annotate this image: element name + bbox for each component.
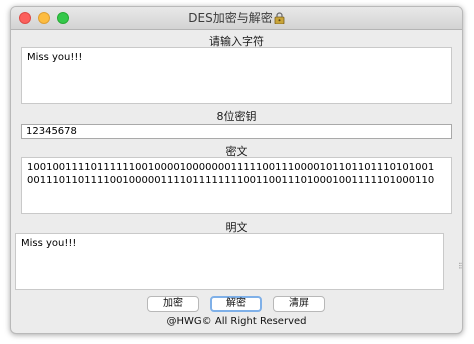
key-field[interactable]: 12345678 — [21, 124, 452, 139]
plain-textarea[interactable]: Miss you!!! — [15, 233, 444, 290]
encrypt-button[interactable]: 加密 — [147, 296, 199, 312]
key-label: 8位密钥 — [216, 110, 257, 123]
resize-handle-icon[interactable]: ⠿ — [458, 262, 462, 271]
input-textarea[interactable]: Miss you!!! — [21, 47, 452, 104]
cipher-textarea[interactable]: 1001001111011111100100001000000011111001… — [21, 157, 452, 214]
window-title-wrap: DES加密与解密 — [11, 10, 462, 26]
clear-button[interactable]: 清屏 — [273, 296, 325, 312]
app-window: DES加密与解密 请输入字符 Miss you!!! 8位密钥 12345678… — [10, 6, 463, 334]
decrypt-button[interactable]: 解密 — [210, 296, 262, 312]
window-title: DES加密与解密 — [188, 11, 273, 25]
title-bar[interactable]: DES加密与解密 — [11, 7, 462, 30]
footer-copyright: @HWG© All Right Reserved — [166, 316, 307, 327]
lock-icon — [274, 12, 285, 25]
